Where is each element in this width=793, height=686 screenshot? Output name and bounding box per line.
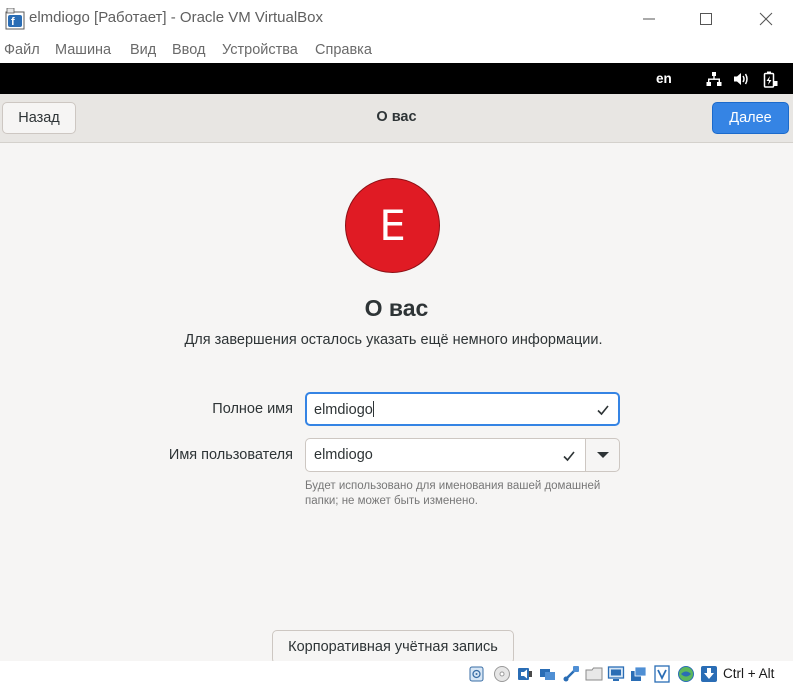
main-content: E О вас Для завершения осталось указать … bbox=[0, 143, 793, 664]
audio-icon[interactable] bbox=[516, 665, 534, 683]
guest-additions-icon[interactable] bbox=[677, 665, 695, 683]
username-dropdown-button[interactable] bbox=[585, 438, 620, 472]
menu-view[interactable]: Вид bbox=[130, 42, 156, 58]
page-heading: О вас bbox=[364, 295, 429, 321]
hard-disk-icon[interactable] bbox=[468, 665, 486, 683]
menu-devices[interactable]: Устройства bbox=[222, 42, 298, 58]
close-button[interactable] bbox=[746, 6, 786, 32]
minimize-button[interactable] bbox=[629, 6, 669, 32]
usb-icon[interactable] bbox=[562, 665, 580, 683]
username-label: Имя пользователя bbox=[168, 447, 293, 463]
username-hint: Будет использовано для именования вашей … bbox=[305, 479, 625, 509]
display-icon[interactable] bbox=[607, 665, 625, 683]
keyboard-layout-indicator[interactable]: en bbox=[656, 71, 672, 86]
text-caret bbox=[372, 401, 374, 417]
menu-bar: Файл Машина Вид Ввод Устройства Справка bbox=[0, 37, 793, 62]
window-titlebar: f elmdiogo [Работает] - Oracle VM Virtua… bbox=[0, 0, 793, 37]
maximize-button[interactable] bbox=[686, 6, 726, 32]
dropdown-arrow-icon bbox=[596, 452, 609, 458]
minimize-icon bbox=[643, 18, 655, 20]
battery-power-icon[interactable] bbox=[762, 71, 778, 88]
shared-folders-icon[interactable] bbox=[585, 665, 603, 683]
fullname-input[interactable]: elmdiogo bbox=[305, 392, 620, 426]
maximize-icon bbox=[700, 13, 712, 25]
virtualization-icon[interactable] bbox=[653, 665, 671, 683]
page-subtitle: Для завершения осталось указать ещё немн… bbox=[184, 332, 603, 348]
close-icon bbox=[759, 12, 773, 26]
menu-help[interactable]: Справка bbox=[315, 42, 372, 58]
fullname-label: Полное имя bbox=[212, 401, 293, 417]
recording-icon[interactable] bbox=[630, 665, 648, 683]
optical-drive-icon[interactable] bbox=[493, 665, 511, 683]
host-key-arrow-icon[interactable] bbox=[700, 665, 718, 683]
vbox-status-bar: Ctrl + Alt bbox=[0, 661, 793, 686]
menu-machine[interactable]: Машина bbox=[55, 42, 111, 58]
host-key-label: Ctrl + Alt bbox=[723, 666, 775, 681]
enterprise-login-button[interactable]: Корпоративная учётная запись bbox=[272, 630, 514, 664]
menu-input[interactable]: Ввод bbox=[172, 42, 205, 58]
fullname-value: elmdiogo bbox=[314, 402, 373, 418]
next-button[interactable]: Далее bbox=[712, 102, 789, 134]
username-input[interactable]: elmdiogo bbox=[305, 438, 586, 472]
virtualbox-app-icon: f bbox=[5, 8, 25, 30]
checkmark-icon bbox=[597, 405, 609, 416]
network-adapter-icon[interactable] bbox=[539, 665, 557, 683]
svg-text:f: f bbox=[11, 16, 15, 28]
hint-line-2: папки; не может быть изменено. bbox=[305, 495, 478, 507]
hint-line-1: Будет использовано для именования вашей … bbox=[305, 480, 601, 492]
header-bar: Назад О вас Далее bbox=[0, 94, 793, 143]
menu-file[interactable]: Файл bbox=[4, 42, 40, 58]
checkmark-icon bbox=[563, 451, 575, 462]
gnome-top-bar: en bbox=[0, 63, 793, 94]
username-value: elmdiogo bbox=[314, 447, 373, 463]
volume-icon[interactable] bbox=[733, 71, 750, 87]
user-avatar[interactable]: E bbox=[345, 178, 440, 273]
window-title: elmdiogo [Работает] - Oracle VM VirtualB… bbox=[29, 9, 324, 26]
header-title: О вас bbox=[376, 109, 417, 125]
network-wired-icon[interactable] bbox=[706, 71, 722, 87]
